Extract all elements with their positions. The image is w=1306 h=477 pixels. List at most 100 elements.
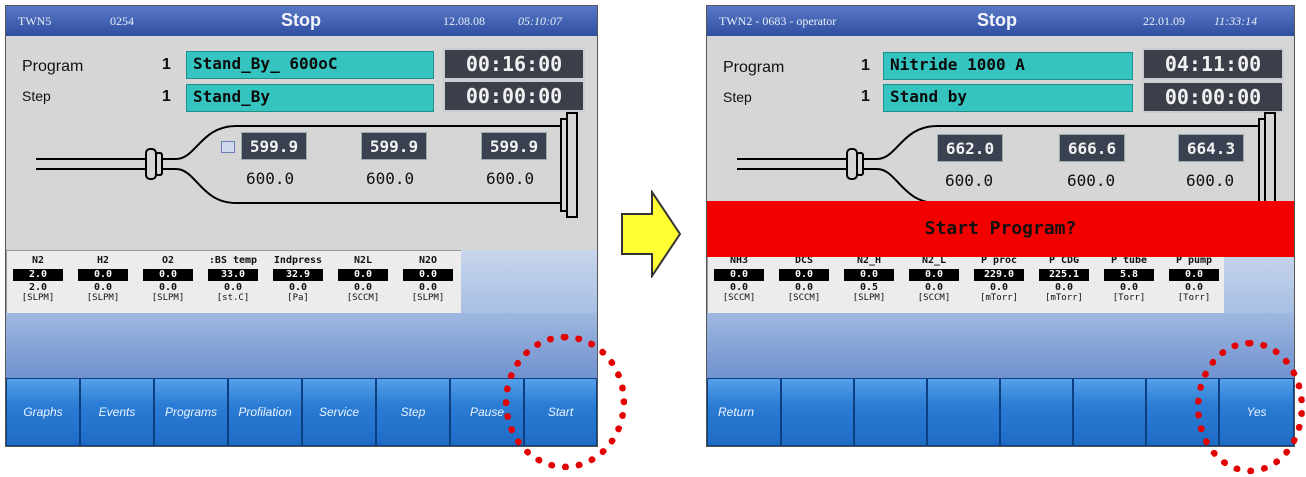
zone1-actual-temp: 662.0: [937, 134, 1003, 162]
blank-button-3[interactable]: [927, 378, 1000, 446]
gas-p-proc[interactable]: P proc 229.0 0.0 [mTorr]: [971, 255, 1027, 303]
blank-button-4[interactable]: [1000, 378, 1073, 446]
step-label: Step: [22, 88, 51, 104]
gas-n2o[interactable]: N2O 0.0 0.0 [SLPM]: [400, 255, 456, 303]
blank-button-1[interactable]: [781, 378, 854, 446]
gas-unit: [SLPM]: [21, 293, 55, 303]
left-time: 05:10:07: [518, 14, 562, 28]
service-button[interactable]: Service: [302, 378, 376, 446]
right-state: Stop: [977, 10, 1017, 30]
gas-setpoint: 0.5: [859, 282, 879, 293]
gas-setpoint: 0.0: [418, 282, 438, 293]
gas-name: O2: [161, 255, 175, 266]
right-status-band-side: [1224, 250, 1294, 313]
gas-indpress[interactable]: Indpress 32.9 0.0 [Pa]: [270, 255, 326, 303]
program-number: 1: [861, 57, 870, 74]
program-time-display: 00:16:00: [443, 48, 585, 80]
gas-n2l[interactable]: N2L 0.0 0.0 [SCCM]: [335, 255, 391, 303]
gas-unit: [SCCM]: [346, 293, 380, 303]
start-highlight-circle: [503, 334, 627, 470]
gas-value: 0.0: [403, 269, 453, 281]
right-date: 22.01.09: [1143, 14, 1185, 28]
gas-nh3[interactable]: NH3 0.0 0.0 [SCCM]: [711, 255, 767, 303]
program-name-field[interactable]: Nitride 1000 A: [883, 52, 1133, 80]
program-name-field[interactable]: Stand_By_ 600oC: [186, 51, 434, 79]
step-button[interactable]: Step: [376, 378, 450, 446]
program-label: Program: [723, 59, 785, 76]
step-name-field[interactable]: Stand by: [883, 84, 1133, 112]
gas-p-cdg[interactable]: P CDG 225.1 0.0 [mTorr]: [1036, 255, 1092, 303]
right-title-bar: TWN2 - 0683 - operator Stop 22.01.09 11:…: [707, 6, 1294, 36]
gas-p-pump[interactable]: P pump 0.0 0.0 [Torr]: [1166, 255, 1222, 303]
zone2-actual-temp: 666.6: [1059, 134, 1125, 162]
gas-unit: [Torr]: [1177, 293, 1211, 303]
gas-setpoint: 0.0: [989, 282, 1009, 293]
programs-button[interactable]: Programs: [154, 378, 228, 446]
zone3-setpoint: 600.0: [1186, 171, 1235, 190]
gas-value: 2.0: [13, 269, 63, 281]
gas-unit: [mTorr]: [1045, 293, 1083, 303]
zone2-setpoint: 600.0: [366, 169, 415, 188]
left-title-bar: TWN5 0254 Stop 12.08.08 05:10:07: [6, 6, 597, 36]
zone2-setpoint: 600.0: [1067, 171, 1116, 190]
furnace-tube-diagram: [36, 112, 578, 218]
gas-value: 0.0: [779, 269, 829, 281]
step-name-field[interactable]: Stand_By: [186, 84, 434, 112]
program-time-display: 04:11:00: [1142, 48, 1284, 80]
gas-h2[interactable]: H2 0.0 0.0 [SLPM]: [75, 255, 131, 303]
gas-setpoint: 0.0: [93, 282, 113, 293]
transition-arrow: [621, 190, 682, 278]
events-button[interactable]: Events: [80, 378, 154, 446]
gas-name: N2O: [418, 255, 438, 266]
gas-setpoint: 0.0: [353, 282, 373, 293]
gas-value: 32.9: [273, 269, 323, 281]
gas-unit: [SLPM]: [86, 293, 120, 303]
left-date: 12.08.08: [443, 14, 485, 28]
gas-setpoint: 0.0: [794, 282, 814, 293]
gas-value: 229.0: [974, 269, 1024, 281]
gas-unit: [SCCM]: [722, 293, 756, 303]
return-button[interactable]: Return: [707, 378, 781, 446]
gas-value: 5.8: [1104, 269, 1154, 281]
gas-setpoint: 0.0: [158, 282, 178, 293]
gas-p-tube[interactable]: P tube 5.8 0.0 [Torr]: [1101, 255, 1157, 303]
gas-setpoint: 0.0: [924, 282, 944, 293]
left-title-code: 0254: [110, 14, 134, 28]
gas-setpoint: 0.0: [1119, 282, 1139, 293]
zone3-actual-temp: 599.9: [481, 132, 547, 160]
zone3-actual-temp: 664.3: [1178, 134, 1244, 162]
left-state: Stop: [281, 10, 321, 30]
calendar-icon: [221, 141, 235, 153]
gas-unit: [SLPM]: [411, 293, 445, 303]
gas-bs-temp[interactable]: :BS temp 33.0 0.0 [st.C]: [205, 255, 261, 303]
gas-n2-l[interactable]: N2_L 0.0 0.0 [SCCM]: [906, 255, 962, 303]
start-program-confirm-banner: Start Program?: [707, 201, 1294, 257]
gas-o2[interactable]: O2 0.0 0.0 [SLPM]: [140, 255, 196, 303]
gas-n2-h[interactable]: N2_H 0.0 0.5 [SLPM]: [841, 255, 897, 303]
right-time: 11:33:14: [1214, 14, 1258, 28]
gas-value: 0.0: [78, 269, 128, 281]
gas-unit: [SCCM]: [787, 293, 821, 303]
gas-setpoint: 0.0: [288, 282, 308, 293]
gas-unit: [st.C]: [216, 293, 250, 303]
zone1-setpoint: 600.0: [246, 169, 295, 188]
profilation-button[interactable]: Profilation: [228, 378, 302, 446]
gas-setpoint: 2.0: [28, 282, 48, 293]
gas-n2[interactable]: N2 2.0 2.0 [SLPM]: [10, 255, 66, 303]
step-time-display: 00:00:00: [443, 80, 585, 112]
gas-value: 0.0: [844, 269, 894, 281]
gas-name: :BS temp: [208, 255, 258, 266]
step-number: 1: [861, 88, 870, 105]
gas-value: 0.0: [714, 269, 764, 281]
gas-dcs[interactable]: DCS 0.0 0.0 [SCCM]: [776, 255, 832, 303]
gas-setpoint: 0.0: [223, 282, 243, 293]
step-number: 1: [162, 88, 171, 105]
step-time-display: 00:00:00: [1142, 81, 1284, 113]
blank-button-2[interactable]: [854, 378, 927, 446]
gas-unit: [Pa]: [287, 293, 309, 303]
gas-setpoint: 0.0: [1054, 282, 1074, 293]
gas-value: 0.0: [143, 269, 193, 281]
gas-name: Indpress: [273, 255, 323, 266]
blank-button-5[interactable]: [1073, 378, 1146, 446]
graphs-button[interactable]: Graphs: [6, 378, 80, 446]
